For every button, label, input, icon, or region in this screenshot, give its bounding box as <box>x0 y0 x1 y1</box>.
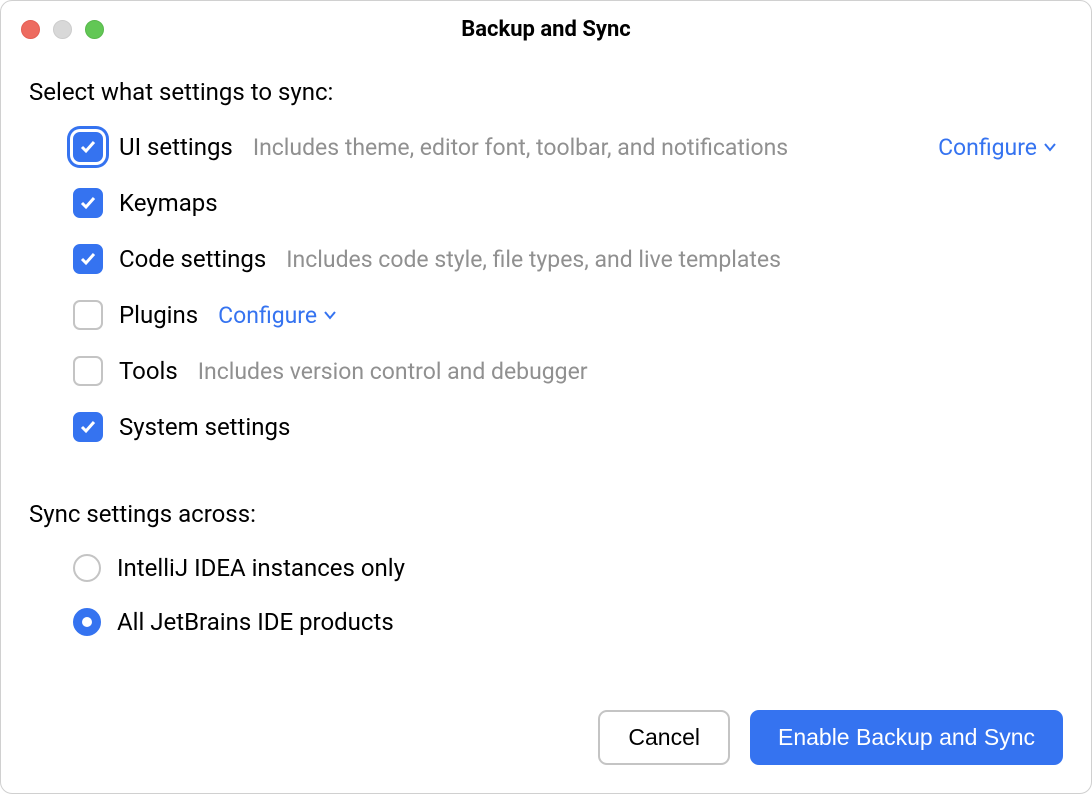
option-ui-settings-row: UI settings Includes theme, editor font,… <box>29 132 1063 162</box>
code-settings-checkbox[interactable] <box>73 244 103 274</box>
window-title: Backup and Sync <box>21 17 1071 42</box>
enable-backup-sync-button[interactable]: Enable Backup and Sync <box>750 710 1063 765</box>
tools-checkbox[interactable] <box>73 356 103 386</box>
option-system-settings-row: System settings <box>29 412 1063 442</box>
plugins-configure-link[interactable]: Configure <box>218 302 337 329</box>
dialog-footer: Cancel Enable Backup and Sync <box>29 690 1063 765</box>
instances-only-radio[interactable] <box>73 554 101 582</box>
tools-desc: Includes version control and debugger <box>198 358 588 385</box>
titlebar: Backup and Sync <box>1 1 1091 54</box>
maximize-window-button[interactable] <box>85 20 104 39</box>
check-icon <box>79 250 97 268</box>
keymaps-label: Keymaps <box>119 189 218 217</box>
cancel-button[interactable]: Cancel <box>598 710 730 765</box>
check-icon <box>79 138 97 156</box>
sync-across-label: Sync settings across: <box>29 500 1063 528</box>
radio-dot-icon <box>82 617 92 627</box>
instances-only-label: IntelliJ IDEA instances only <box>117 554 405 582</box>
check-icon <box>79 194 97 212</box>
system-settings-label: System settings <box>119 413 290 441</box>
plugins-checkbox[interactable] <box>73 300 103 330</box>
ui-settings-checkbox[interactable] <box>73 132 103 162</box>
all-products-label: All JetBrains IDE products <box>117 608 394 636</box>
ui-settings-configure-link[interactable]: Configure <box>938 134 1063 161</box>
minimize-window-button[interactable] <box>53 20 72 39</box>
all-products-radio[interactable] <box>73 608 101 636</box>
keymaps-checkbox[interactable] <box>73 188 103 218</box>
tools-label: Tools <box>119 357 178 385</box>
close-window-button[interactable] <box>21 20 40 39</box>
configure-label: Configure <box>218 302 317 329</box>
code-settings-label: Code settings <box>119 245 266 273</box>
ui-settings-desc: Includes theme, editor font, toolbar, an… <box>253 134 788 161</box>
sync-settings-label: Select what settings to sync: <box>29 78 1063 106</box>
window-controls <box>21 20 104 39</box>
radio-instances-row: IntelliJ IDEA instances only <box>29 554 1063 582</box>
option-plugins-row: Plugins Configure <box>29 300 1063 330</box>
plugins-label: Plugins <box>119 301 198 329</box>
option-code-settings-row: Code settings Includes code style, file … <box>29 244 1063 274</box>
option-keymaps-row: Keymaps <box>29 188 1063 218</box>
code-settings-desc: Includes code style, file types, and liv… <box>286 246 781 273</box>
radio-all-products-row: All JetBrains IDE products <box>29 608 1063 636</box>
chevron-down-icon <box>323 308 337 322</box>
dialog-content: Select what settings to sync: UI setting… <box>1 54 1091 793</box>
option-tools-row: Tools Includes version control and debug… <box>29 356 1063 386</box>
ui-settings-label: UI settings <box>119 133 233 161</box>
system-settings-checkbox[interactable] <box>73 412 103 442</box>
check-icon <box>79 418 97 436</box>
chevron-down-icon <box>1043 140 1057 154</box>
configure-label: Configure <box>938 134 1037 161</box>
